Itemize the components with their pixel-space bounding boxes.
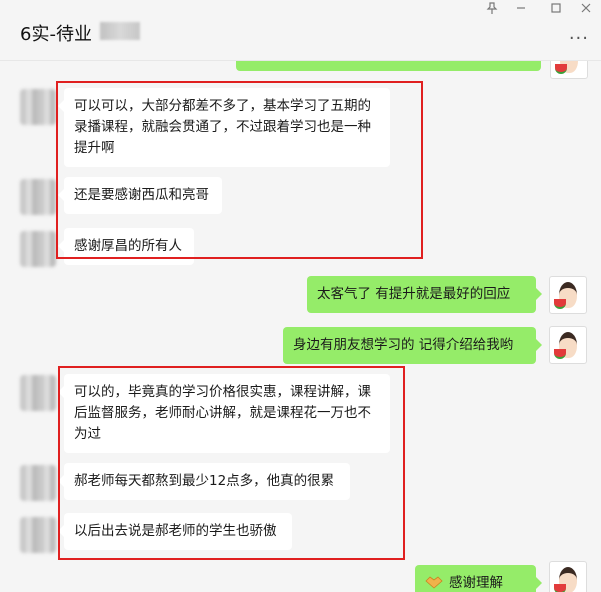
maximize-icon[interactable] [550,2,562,17]
close-icon[interactable] [580,2,592,17]
self-avatar[interactable] [549,276,587,314]
self-avatar[interactable] [549,561,587,592]
pin-icon[interactable] [486,2,498,17]
more-icon[interactable]: ··· [569,28,589,49]
contact-avatar[interactable] [20,231,56,267]
contact-avatar[interactable] [20,179,56,215]
message-bubble[interactable]: 感谢理解 [415,565,542,592]
highlight-box [56,81,423,259]
contact-avatar[interactable] [20,375,56,411]
message-text: 身边有朋友想学习的 记得介绍给我哟 [293,337,514,353]
previous-message-partial [236,61,541,71]
message-text: 太客气了 有提升就是最好的回应 [317,286,511,302]
message-bubble[interactable]: 身边有朋友想学习的 记得介绍给我哟 [283,327,542,364]
self-avatar[interactable] [549,326,587,364]
chat-title: 6实-待业 [20,24,92,45]
message-text: 感谢理解 [449,575,503,591]
title-bar: 6实-待业 ··· [0,0,601,61]
contact-avatar[interactable] [20,517,56,553]
message-bubble[interactable]: 太客气了 有提升就是最好的回应 [307,276,542,313]
contact-avatar[interactable] [20,465,56,501]
redacted-name [100,22,140,40]
minimize-icon[interactable] [515,2,527,17]
self-avatar[interactable] [550,61,588,79]
chat-area[interactable]: 可以可以，大部分都差不多了，基本学习了五期的录播课程，就融会贯通了，不过跟着学习… [0,61,601,592]
highlight-box [58,366,405,560]
handshake-icon [425,573,443,592]
contact-avatar[interactable] [20,89,56,125]
